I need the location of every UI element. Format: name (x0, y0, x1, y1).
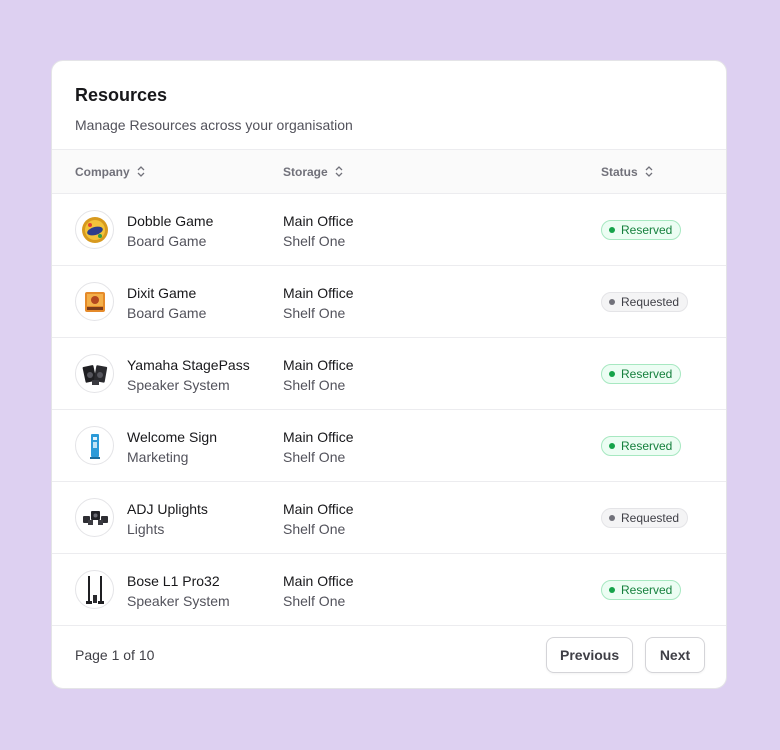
status-dot-icon (609, 587, 615, 593)
previous-button[interactable]: Previous (546, 637, 633, 673)
status-badge: Reserved (601, 364, 682, 384)
storage-shelf: Shelf One (283, 593, 346, 609)
status-badge: Requested (601, 508, 689, 528)
status-badge: Requested (601, 292, 689, 312)
storage-location: Main Office (283, 429, 354, 445)
storage-shelf: Shelf One (283, 521, 346, 537)
storage-location: Main Office (283, 357, 354, 373)
resource-name: ADJ Uplights (127, 501, 208, 517)
column-label: Status (601, 164, 638, 179)
sort-icon (645, 166, 653, 177)
resource-category: Lights (127, 521, 165, 537)
storage-shelf: Shelf One (283, 377, 346, 393)
storage-location: Main Office (283, 501, 354, 517)
status-label: Reserved (621, 223, 673, 237)
page-title: Resources (75, 85, 168, 105)
page-indicator: Page 1 of 10 (75, 647, 155, 663)
table-row[interactable]: Welcome Sign Marketing Main Office Shelf… (52, 410, 726, 482)
column-speaker-icon (75, 570, 114, 609)
resource-category: Speaker System (127, 377, 230, 393)
status-label: Requested (621, 511, 680, 525)
resource-category: Marketing (127, 449, 189, 465)
storage-shelf: Shelf One (283, 449, 346, 465)
next-button[interactable]: Next (645, 637, 705, 673)
resource-category: Speaker System (127, 593, 230, 609)
column-header-storage[interactable]: Storage (283, 150, 343, 193)
status-label: Reserved (621, 367, 673, 381)
resource-name: Welcome Sign (127, 429, 218, 445)
card-header: Resources Manage Resources across your o… (52, 61, 726, 150)
storage-shelf: Shelf One (283, 305, 346, 321)
table-row[interactable]: ADJ Uplights Lights Main Office Shelf On… (52, 482, 726, 554)
status-badge: Reserved (601, 220, 682, 240)
resource-category: Board Game (127, 233, 207, 249)
uplights-icon (75, 498, 114, 537)
column-header-company[interactable]: Company (75, 150, 145, 193)
resource-name: Dobble Game (127, 213, 214, 229)
resource-name: Yamaha StagePass (127, 357, 250, 373)
storage-location: Main Office (283, 285, 354, 301)
status-label: Reserved (621, 583, 673, 597)
table-row[interactable]: Dixit Game Board Game Main Office Shelf … (52, 266, 726, 338)
status-label: Reserved (621, 439, 673, 453)
status-badge: Reserved (601, 436, 682, 456)
table-row[interactable]: Bose L1 Pro32 Speaker System Main Office… (52, 554, 726, 626)
status-dot-icon (609, 371, 615, 377)
table-header: Company Storage Status (52, 150, 726, 194)
status-dot-icon (609, 227, 615, 233)
column-label: Storage (283, 164, 328, 179)
status-dot-icon (609, 443, 615, 449)
resource-name: Bose L1 Pro32 (127, 573, 220, 589)
status-dot-icon (609, 299, 615, 305)
storage-shelf: Shelf One (283, 233, 346, 249)
storage-location: Main Office (283, 573, 354, 589)
pagination-footer: Page 1 of 10 Previous Next (52, 624, 726, 688)
dixit-game-icon (75, 282, 114, 321)
column-header-status[interactable]: Status (601, 150, 653, 193)
status-badge: Reserved (601, 580, 682, 600)
resource-name: Dixit Game (127, 285, 197, 301)
status-label: Requested (621, 295, 680, 309)
storage-location: Main Office (283, 213, 354, 229)
sort-icon (137, 166, 145, 177)
sort-icon (335, 166, 343, 177)
speaker-system-icon (75, 354, 114, 393)
resource-category: Board Game (127, 305, 207, 321)
status-dot-icon (609, 515, 615, 521)
welcome-sign-icon (75, 426, 114, 465)
resources-card: Resources Manage Resources across your o… (51, 60, 727, 689)
table-row[interactable]: Dobble Game Board Game Main Office Shelf… (52, 194, 726, 266)
page-subtitle: Manage Resources across your organisatio… (75, 117, 353, 133)
column-label: Company (75, 164, 130, 179)
table-body: Dobble Game Board Game Main Office Shelf… (52, 194, 726, 626)
table-row[interactable]: Yamaha StagePass Speaker System Main Off… (52, 338, 726, 410)
dobble-game-icon (75, 210, 114, 249)
